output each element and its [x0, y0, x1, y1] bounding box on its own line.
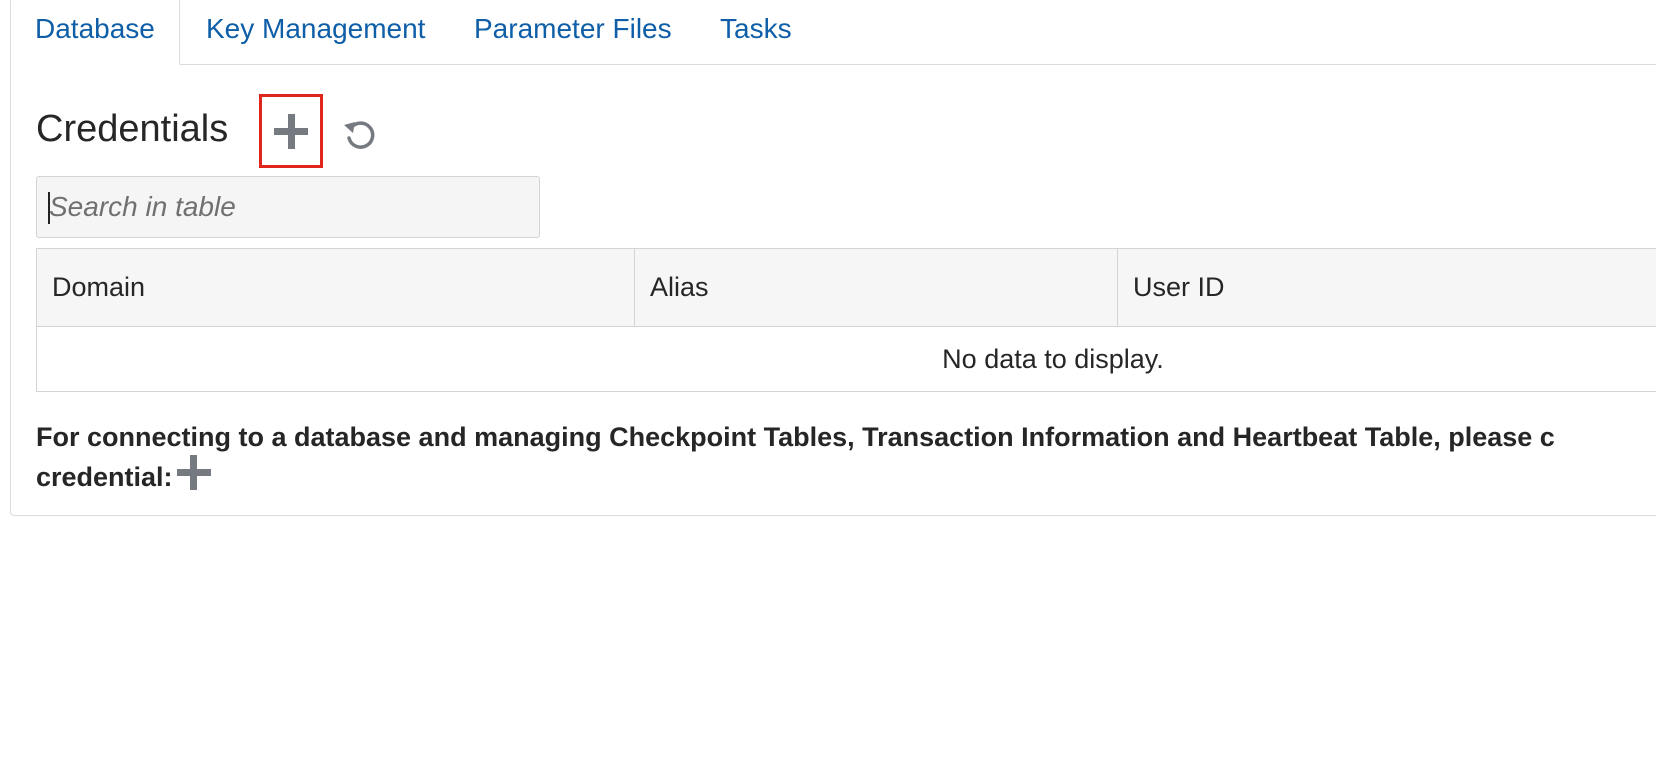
table-header: Domain Alias User ID	[37, 249, 1656, 327]
refresh-icon	[344, 121, 375, 149]
column-header-user-id[interactable]: User ID	[1118, 249, 1656, 326]
empty-table-message: No data to display.	[942, 344, 1164, 374]
column-header-domain[interactable]: Domain	[37, 249, 635, 326]
text-caret	[48, 192, 50, 224]
search-input[interactable]	[36, 176, 540, 238]
add-credential-button[interactable]	[259, 94, 323, 168]
tab-key-management[interactable]: Key Management	[206, 13, 425, 45]
database-connection-note: For connecting to a database and managin…	[36, 418, 1656, 496]
tab-tasks[interactable]: Tasks	[720, 13, 792, 45]
note-label: credential:	[36, 462, 173, 492]
note-line-2: credential:	[36, 455, 1656, 496]
tab-database[interactable]: Database	[11, 0, 180, 65]
credentials-table: Domain Alias User ID No data to display.	[36, 248, 1656, 392]
tab-parameter-files[interactable]: Parameter Files	[474, 13, 672, 45]
add-credential-inline-button[interactable]	[176, 455, 211, 490]
tab-bar: Database Key Management Parameter Files …	[11, 0, 1656, 65]
note-line-1: For connecting to a database and managin…	[36, 422, 1555, 452]
column-header-alias[interactable]: Alias	[635, 249, 1118, 326]
refresh-button[interactable]	[342, 116, 378, 152]
credentials-title: Credentials	[36, 108, 229, 150]
